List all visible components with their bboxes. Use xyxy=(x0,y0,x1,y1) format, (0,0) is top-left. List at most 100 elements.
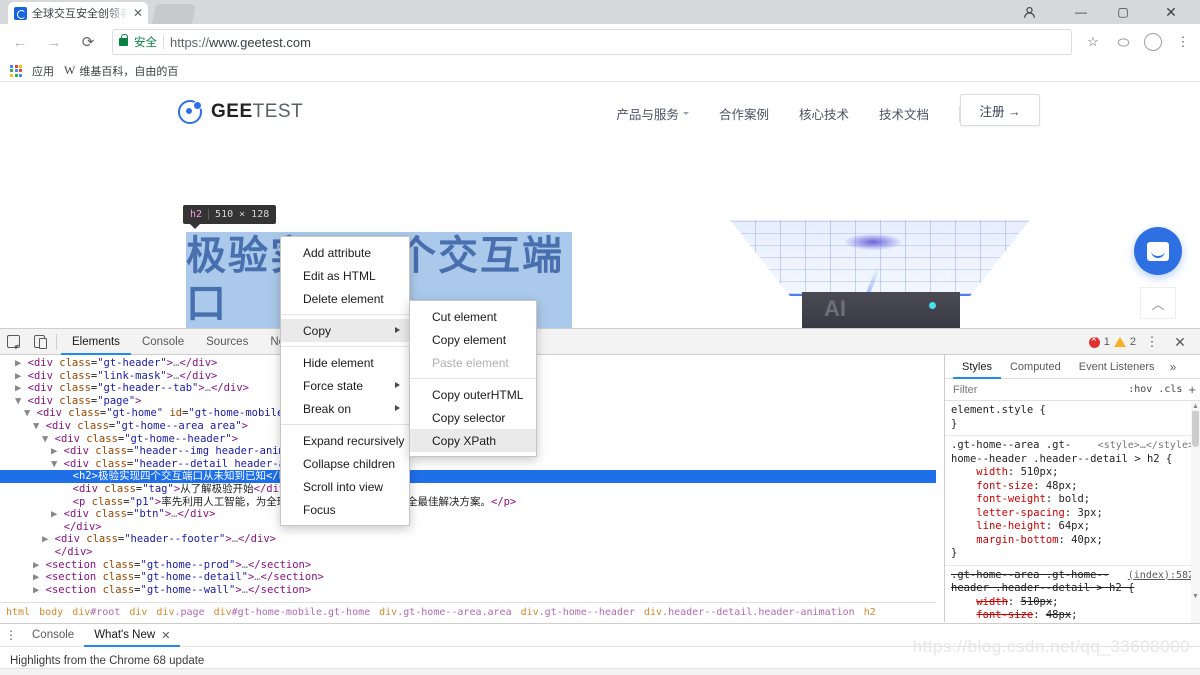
context-menu-item[interactable]: Focus xyxy=(281,498,409,521)
styles-more-icon[interactable]: » xyxy=(1164,360,1177,374)
chrome-menu-icon[interactable]: ⋮ xyxy=(1170,29,1196,55)
forward-button[interactable]: → xyxy=(40,28,68,56)
css-rules-list[interactable]: element.style { }<style>…</style>.gt-hom… xyxy=(945,401,1200,622)
tab-sources[interactable]: Sources xyxy=(195,329,259,355)
bookmark-apps[interactable]: 应用 xyxy=(32,63,54,79)
drawer-tab-whats-new[interactable]: What's New ✕ xyxy=(84,624,180,647)
breadcrumb[interactable]: htmlbodydiv#rootdivdiv.pagediv#gt-home-m… xyxy=(0,602,936,622)
context-submenu-item[interactable]: Copy XPath xyxy=(410,429,536,452)
css-property[interactable]: width xyxy=(976,596,1008,608)
dom-tree-node[interactable]: ▶ <div class="btn">…</div> xyxy=(0,508,936,521)
browser-tab[interactable]: 全球交互安全创领者-Ge… ✕ xyxy=(8,2,148,24)
apps-grid-icon[interactable] xyxy=(10,65,22,77)
dom-tree-node[interactable]: ▶ <div class="header--footer">…</div> xyxy=(0,533,936,546)
breadcrumb-item[interactable]: div xyxy=(129,607,147,618)
tab-close-icon[interactable]: ✕ xyxy=(132,7,144,19)
styles-scroll-down-icon[interactable]: ▼ xyxy=(1191,591,1200,601)
bookmark-star-icon[interactable]: ☆ xyxy=(1080,29,1106,55)
css-property[interactable]: font-size xyxy=(976,609,1033,621)
extension-icon[interactable] xyxy=(1110,29,1136,55)
context-submenu-copy[interactable]: Cut elementCopy elementPaste elementCopy… xyxy=(409,300,537,457)
device-toolbar-icon[interactable] xyxy=(26,329,52,355)
styles-scrollbar[interactable] xyxy=(1191,401,1200,622)
profile-avatar-icon[interactable] xyxy=(1140,29,1166,55)
chat-fab-button[interactable] xyxy=(1134,227,1182,275)
breadcrumb-item[interactable]: div.page xyxy=(156,607,204,618)
new-style-rule-button[interactable]: + xyxy=(1188,382,1196,397)
css-value[interactable]: bold xyxy=(1059,493,1084,505)
css-value[interactable]: 510px xyxy=(1021,596,1053,608)
devtools-close-icon[interactable]: ✕ xyxy=(1168,329,1192,355)
css-property[interactable]: width xyxy=(976,466,1008,478)
css-selector[interactable]: .gt-home--area .gt-home--header .header-… xyxy=(951,569,1134,595)
context-submenu-item[interactable]: Copy element xyxy=(410,328,536,351)
drawer-tab-console[interactable]: Console xyxy=(22,624,84,647)
devtools-menu-icon[interactable]: ⋮ xyxy=(1140,329,1164,355)
css-value[interactable]: 40px xyxy=(1071,534,1096,546)
tab-event-listeners[interactable]: Event Listeners xyxy=(1070,355,1164,379)
drawer-menu-icon[interactable]: ⋮ xyxy=(0,628,22,642)
context-menu-item[interactable]: Break on xyxy=(281,397,409,420)
register-button[interactable]: 注册 → xyxy=(960,94,1040,126)
context-menu-item[interactable]: Force state xyxy=(281,374,409,397)
breadcrumb-item[interactable]: div.gt-home--area.area xyxy=(379,607,511,618)
dom-tree-node[interactable]: </div> xyxy=(0,521,936,534)
window-minimize-button[interactable]: — xyxy=(1062,0,1100,24)
context-submenu-item[interactable]: Copy outerHTML xyxy=(410,383,536,406)
inspect-element-icon[interactable] xyxy=(0,329,26,355)
css-value[interactable]: 48px xyxy=(1046,480,1071,492)
tab-console[interactable]: Console xyxy=(131,329,195,355)
tab-computed[interactable]: Computed xyxy=(1001,355,1070,379)
css-selector[interactable]: element.style { xyxy=(951,404,1046,416)
css-rule[interactable]: element.style { } xyxy=(945,401,1200,436)
nav-item-cases[interactable]: 合作案例 xyxy=(719,104,769,123)
breadcrumb-item[interactable]: div#gt-home-mobile.gt-home xyxy=(214,607,371,618)
context-menu-item[interactable]: Expand recursively xyxy=(281,429,409,452)
context-menu-item[interactable]: Hide element xyxy=(281,351,409,374)
cls-toggle[interactable]: .cls xyxy=(1158,384,1182,395)
hov-toggle[interactable]: :hov xyxy=(1128,384,1152,395)
styles-filter-input[interactable] xyxy=(953,384,1122,396)
css-property[interactable]: letter-spacing xyxy=(976,507,1065,519)
drawer-tab-close-icon[interactable]: ✕ xyxy=(161,629,170,642)
nav-item-technology[interactable]: 核心技术 xyxy=(799,104,849,123)
window-maximize-button[interactable]: ▢ xyxy=(1104,0,1142,24)
window-close-button[interactable]: ✕ xyxy=(1152,0,1190,24)
css-rule-source[interactable]: <style>…</style> xyxy=(1098,439,1194,453)
breadcrumb-item[interactable]: h2 xyxy=(864,607,876,618)
reload-button[interactable]: ⟳ xyxy=(74,28,102,56)
context-submenu-item[interactable]: Copy selector xyxy=(410,406,536,429)
css-value[interactable]: 48px xyxy=(1046,609,1071,621)
nav-item-docs[interactable]: 技术文档 xyxy=(879,104,929,123)
context-submenu-item[interactable]: Cut element xyxy=(410,305,536,328)
dom-tree-node[interactable]: ▶ <section class="gt-home--prod">…</sect… xyxy=(0,559,936,572)
styles-scroll-up-icon[interactable]: ▲ xyxy=(1191,401,1200,411)
css-value[interactable]: 64px xyxy=(1059,520,1084,532)
context-menu[interactable]: Add attributeEdit as HTMLDelete elementC… xyxy=(280,236,410,526)
dom-tree-node[interactable]: <p class="p1">率先利用人工智能，为全球 26 万家企业提供交互安全… xyxy=(0,496,936,509)
tab-styles[interactable]: Styles xyxy=(953,355,1001,379)
nav-item-products[interactable]: 产品与服务 xyxy=(616,104,689,123)
context-menu-item[interactable]: Edit as HTML xyxy=(281,264,409,287)
css-value[interactable]: 3px xyxy=(1077,507,1096,519)
context-menu-item[interactable]: Scroll into view xyxy=(281,475,409,498)
breadcrumb-item[interactable]: div#root xyxy=(72,607,120,618)
breadcrumb-item[interactable]: div.gt-home--header xyxy=(521,607,635,618)
css-property[interactable]: font-weight xyxy=(976,493,1046,505)
context-menu-item[interactable]: Collapse children xyxy=(281,452,409,475)
css-property[interactable]: margin-bottom xyxy=(976,534,1058,546)
new-tab-button[interactable] xyxy=(152,4,196,24)
dom-tree-node[interactable]: <h2>极验实现四个交互端口从未知到已知</h2> xyxy=(0,470,936,483)
back-button[interactable]: ← xyxy=(6,28,34,56)
breadcrumb-item[interactable]: html xyxy=(6,607,30,618)
dom-tree-node[interactable]: ▶ <section class="gt-home--wall">…</sect… xyxy=(0,584,936,597)
context-menu-item[interactable]: Copy xyxy=(281,319,409,342)
breadcrumb-item[interactable]: div.header--detail.header-animation xyxy=(644,607,855,618)
css-rule[interactable]: <style>…</style>.gt-home--area .gt-home-… xyxy=(945,436,1200,566)
css-property[interactable]: line-height xyxy=(976,520,1046,532)
css-rule[interactable]: (index):582.gt-home--area .gt-home--head… xyxy=(945,566,1200,623)
devtools-status[interactable]: 1 2 xyxy=(1089,329,1136,355)
dom-tree-node[interactable]: ▶ <section class="gt-home--detail">…</se… xyxy=(0,571,936,584)
site-logo[interactable]: GEETEST xyxy=(178,100,303,124)
context-menu-item[interactable]: Delete element xyxy=(281,287,409,310)
